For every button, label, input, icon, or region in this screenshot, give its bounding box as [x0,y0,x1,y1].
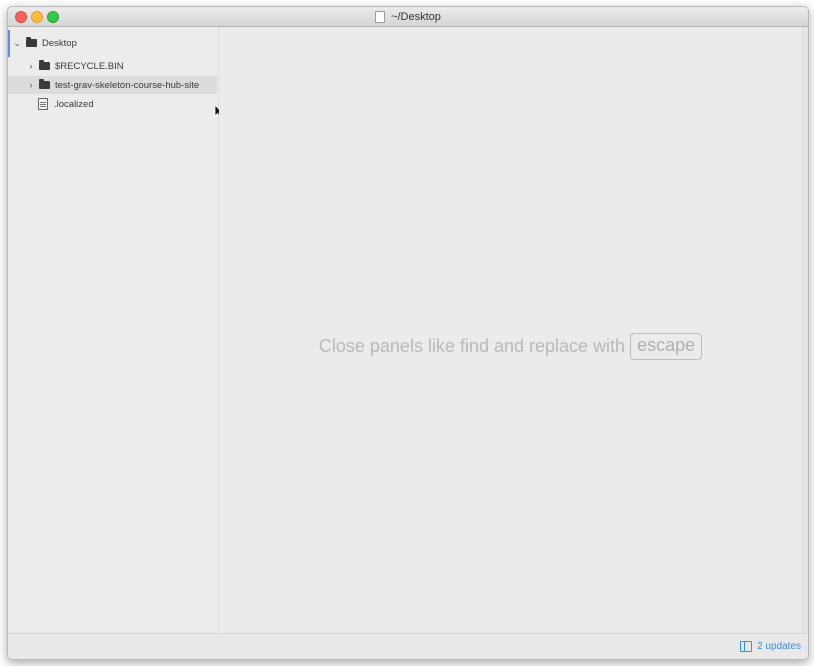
package-icon [740,641,753,652]
tree-item-test-grav-skeleton[interactable]: › test-grav-skeleton-course-hub-site [8,76,217,94]
document-icon [375,10,386,23]
tree-view-sidebar: ⌄ Desktop › $RECYCLE.BIN › test-grav-ske… [8,27,224,651]
editor-window: ~/Desktop ⌄ Desktop › $RECYCLE.BIN › tes… [7,6,809,660]
hint-text: Close panels like find and replace with [318,336,626,356]
tree-item-localized[interactable]: .localized [8,95,94,113]
chevron-down-icon[interactable]: ⌄ [12,38,22,49]
tree-item-label: $RECYCLE.BIN [55,60,124,72]
empty-pane-hint: Close panels like find and replace with … [219,333,802,360]
escape-key-badge: escape [630,333,703,360]
tree-item-recycle-bin[interactable]: › $RECYCLE.BIN [8,57,124,75]
tree-root-label: Desktop [42,37,77,49]
tree-root-desktop[interactable]: ⌄ Desktop [8,34,217,52]
tree-item-label: test-grav-skeleton-course-hub-site [55,79,200,91]
editor-vertical-scrollbar[interactable] [802,27,808,633]
updates-button[interactable]: 2 updates [740,641,801,652]
chevron-right-icon[interactable]: › [26,80,36,90]
tree-item-label: .localized [54,98,94,110]
editor-pane[interactable]: Close panels like find and replace with … [219,27,802,633]
folder-icon [39,79,50,89]
title-bar[interactable]: ~/Desktop [8,7,808,27]
folder-icon [26,37,37,47]
window-title: ~/Desktop [8,7,808,26]
status-bar: 2 updates [8,633,808,659]
chevron-right-icon[interactable]: › [26,61,36,71]
updates-label: 2 updates [757,641,801,652]
window-title-text: ~/Desktop [391,10,441,23]
file-text-icon [38,98,48,110]
folder-icon [39,60,50,70]
